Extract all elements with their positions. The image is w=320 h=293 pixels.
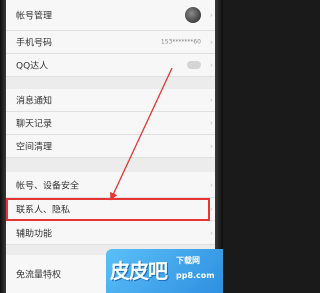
watermark-url: pp8.com — [176, 271, 215, 280]
phone-bezel-left — [0, 0, 6, 293]
watermark-sub: 下载网 — [176, 256, 200, 265]
watermark-brand: 皮皮吧 — [110, 259, 168, 283]
watermark-logo: 皮皮吧 下载网 pp8.com — [106, 249, 223, 293]
settings-screen: 帐号管理 › 手机号码 153*******60 › QQ达人 › 消息通知 ›… — [0, 0, 223, 293]
